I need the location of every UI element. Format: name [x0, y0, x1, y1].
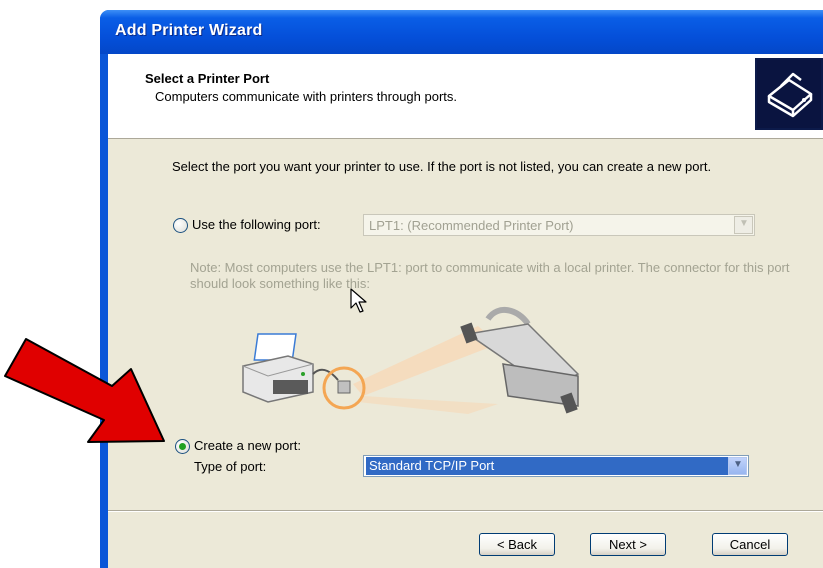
port-type-select[interactable]: Standard TCP/IP Port ▼ [363, 455, 749, 477]
cancel-button[interactable]: Cancel [712, 533, 788, 556]
printer-wizard-icon [755, 58, 823, 130]
chevron-down-icon: ▼ [733, 459, 743, 470]
port-illustration [242, 307, 580, 414]
port-type-dropdown-button[interactable]: ▼ [728, 457, 747, 475]
instruction-text: Select the port you want your printer to… [172, 159, 712, 174]
port-closeup [337, 380, 351, 394]
existing-port-dropdown-button[interactable]: ▼ [734, 216, 753, 234]
page-title: Select a Printer Port [145, 71, 270, 86]
create-new-port-radio[interactable] [175, 439, 190, 454]
use-following-port-label[interactable]: Use the following port: [192, 217, 321, 232]
page-subtitle: Computers communicate with printers thro… [155, 89, 458, 104]
existing-port-select[interactable]: LPT1: (Recommended Printer Port) ▼ [363, 214, 755, 236]
title-bar[interactable]: Add Printer Wizard [100, 10, 823, 54]
use-following-port-radio[interactable] [173, 218, 188, 233]
wizard-client-area: Select a Printer Port Computers communic… [108, 54, 823, 568]
footer-separator [108, 510, 823, 512]
back-button[interactable]: < Back [479, 533, 555, 556]
window-title: Add Printer Wizard [115, 22, 263, 39]
wizard-header: Select a Printer Port Computers communic… [108, 54, 823, 139]
existing-port-value: LPT1: (Recommended Printer Port) [369, 218, 574, 233]
printer-illustration [242, 333, 314, 403]
parallel-cable-illustration [460, 307, 580, 414]
add-printer-wizard-window: Add Printer Wizard Select a Printer Port… [100, 10, 823, 568]
port-type-label: Type of port: [194, 459, 267, 474]
mouse-cursor-icon [350, 288, 367, 313]
next-button[interactable]: Next > [590, 533, 666, 556]
create-new-port-label[interactable]: Create a new port: [194, 438, 301, 453]
port-type-value: Standard TCP/IP Port [366, 457, 728, 475]
chevron-down-icon: ▼ [739, 218, 749, 229]
zoom-beam-lower [358, 396, 498, 414]
